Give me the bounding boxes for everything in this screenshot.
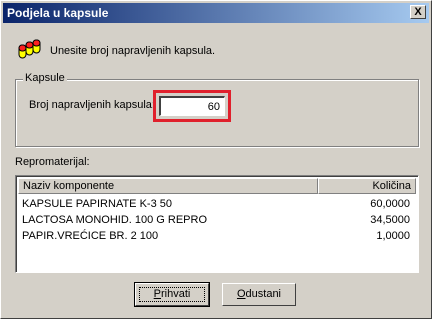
component-name: LACTOSA MONOHID. 100 G REPRO xyxy=(22,214,208,226)
materials-list[interactable]: Naziv komponente Količina KAPSULE PAPIRN… xyxy=(15,175,419,273)
materials-label: Repromaterijal: xyxy=(15,156,90,168)
close-button[interactable]: X xyxy=(410,5,426,19)
component-name: PAPIR.VREĆICE BR. 2 100 xyxy=(22,230,159,242)
capsules-icon xyxy=(18,39,41,59)
title-bar[interactable]: Podjela u kapsule X xyxy=(3,3,429,23)
component-quantity: 60,0000 xyxy=(370,198,410,210)
column-header-quantity[interactable]: Količina xyxy=(318,178,416,194)
column-header-name[interactable]: Naziv komponente xyxy=(18,178,318,194)
cancel-button[interactable]: Odustani xyxy=(222,283,296,306)
cancel-button-label: Odustani xyxy=(236,288,282,300)
window-title: Podjela u kapsule xyxy=(7,6,109,20)
list-header: Naziv komponente Količina xyxy=(18,178,416,194)
groupbox-title: Kapsule xyxy=(23,72,67,84)
list-item[interactable]: KAPSULE PAPIRNATE K-3 50 60,0000 xyxy=(18,196,416,212)
intro-text: Unesite broj napravljenih kapsula. xyxy=(50,45,216,57)
capsule-count-input[interactable] xyxy=(159,96,225,116)
component-name: KAPSULE PAPIRNATE K-3 50 xyxy=(22,198,172,210)
focus-rectangle xyxy=(139,287,205,302)
dialog-window: Podjela u kapsule X Unesite broj napravl… xyxy=(0,0,432,319)
close-icon: X xyxy=(414,6,422,18)
component-quantity: 34,5000 xyxy=(370,214,410,226)
capsule-count-label: Broj napravljenih kapsula: xyxy=(29,99,155,111)
list-item[interactable]: LACTOSA MONOHID. 100 G REPRO 34,5000 xyxy=(18,212,416,228)
list-item[interactable]: PAPIR.VREĆICE BR. 2 100 1,0000 xyxy=(18,228,416,244)
component-quantity: 1,0000 xyxy=(376,230,410,242)
accept-button[interactable]: Prihvati xyxy=(134,282,210,307)
